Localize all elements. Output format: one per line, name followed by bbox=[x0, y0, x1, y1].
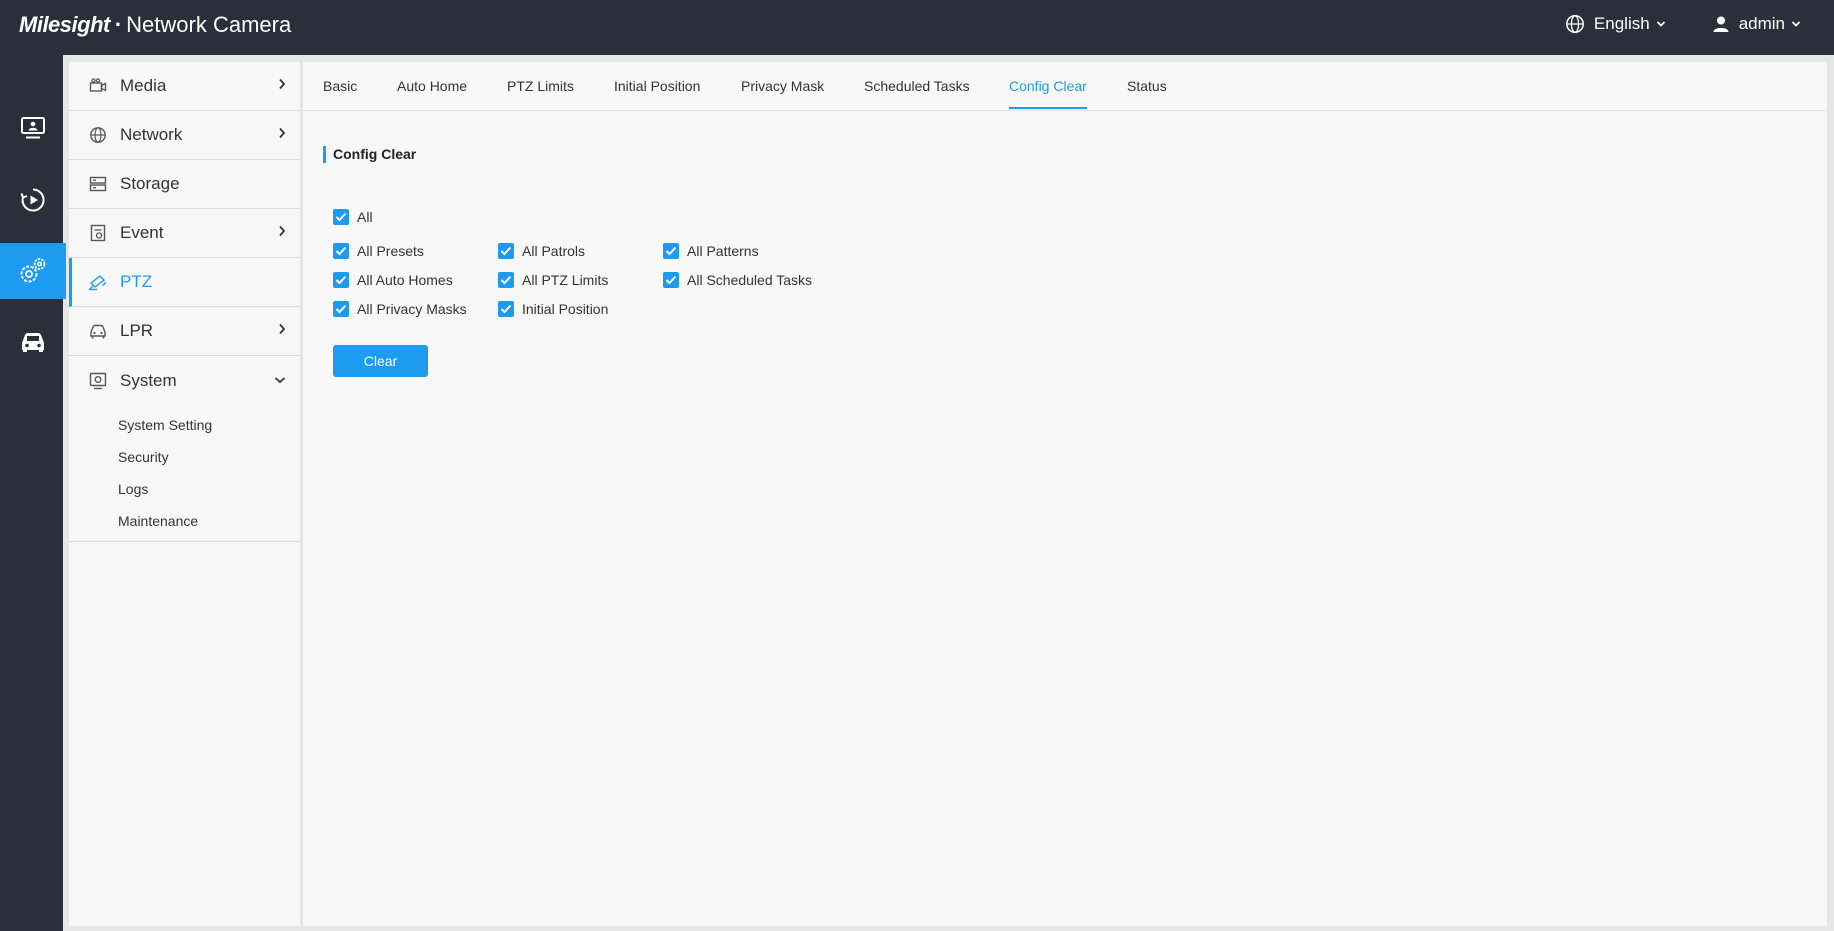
car-icon bbox=[88, 321, 108, 341]
checkbox-label: All Scheduled Tasks bbox=[687, 272, 813, 288]
sidebar-item-label: Storage bbox=[120, 174, 180, 193]
tab-auto-home[interactable]: Auto Home bbox=[397, 62, 467, 111]
sidebar-item-label: PTZ bbox=[120, 272, 153, 291]
rail-item-vehicle[interactable] bbox=[0, 314, 66, 370]
sidebar-item-media[interactable]: Media bbox=[69, 62, 300, 111]
tab-privacy-mask[interactable]: Privacy Mask bbox=[741, 62, 824, 111]
globe-icon bbox=[88, 125, 108, 145]
sidebar-item-label: Media bbox=[120, 76, 167, 95]
checkmark-icon bbox=[663, 243, 679, 259]
settings-sidebar: Media Network Storage Event PTZ LPR Syst… bbox=[69, 62, 300, 926]
top-bar: Milesight · Network Camera English admin bbox=[0, 0, 1834, 55]
chevron-right-icon bbox=[279, 127, 286, 139]
tab-scheduled-tasks[interactable]: Scheduled Tasks bbox=[864, 62, 970, 111]
sidebar-item-label: Event bbox=[120, 223, 164, 242]
sidebar-item-network[interactable]: Network bbox=[69, 111, 300, 160]
checkmark-icon bbox=[333, 272, 349, 288]
checkbox-label: All Patterns bbox=[687, 243, 759, 259]
ptz-icon bbox=[88, 272, 108, 292]
sidebar-item-event[interactable]: Event bbox=[69, 209, 300, 258]
checkmark-icon bbox=[498, 301, 514, 317]
brand-separator: · bbox=[114, 12, 123, 37]
checkbox-label: All Presets bbox=[357, 243, 424, 259]
brand-name: Milesight bbox=[19, 12, 110, 37]
sidebar-item-label: System bbox=[120, 370, 177, 390]
user-icon bbox=[1713, 16, 1729, 32]
camera-icon bbox=[88, 76, 108, 96]
sidebar-subitem-security[interactable]: Security bbox=[69, 441, 300, 473]
tab-initial-position[interactable]: Initial Position bbox=[614, 62, 700, 111]
nav-rail bbox=[0, 55, 66, 931]
user-label: admin bbox=[1738, 14, 1785, 33]
section-title: Config Clear bbox=[323, 146, 416, 163]
checkbox-all-presets[interactable]: All Presets bbox=[333, 243, 424, 259]
sidebar-item-label: Network bbox=[120, 125, 183, 144]
vehicle-icon bbox=[22, 333, 44, 352]
checkmark-icon bbox=[498, 243, 514, 259]
checkmark-icon bbox=[333, 209, 349, 225]
checkbox-label: All Patrols bbox=[522, 243, 586, 259]
system-submenu: System Setting Security Logs Maintenance bbox=[69, 405, 300, 542]
chevron-right-icon bbox=[279, 323, 286, 335]
chevron-down-icon bbox=[274, 377, 286, 384]
settings-icon bbox=[20, 258, 46, 283]
sidebar-item-label: LPR bbox=[120, 321, 154, 340]
checkbox-all-auto-homes[interactable]: All Auto Homes bbox=[333, 272, 453, 288]
checkbox-label: All Auto Homes bbox=[357, 272, 453, 288]
sidebar-subitem-logs[interactable]: Logs bbox=[69, 473, 300, 505]
rail-item-settings[interactable] bbox=[0, 243, 66, 299]
checkbox-all-ptz-limits[interactable]: All PTZ Limits bbox=[498, 272, 608, 288]
storage-icon bbox=[88, 174, 108, 194]
chevron-right-icon bbox=[279, 225, 286, 237]
tab-status[interactable]: Status bbox=[1127, 62, 1167, 111]
language-selector[interactable]: English bbox=[1565, 14, 1675, 34]
product-name: Network Camera bbox=[126, 12, 292, 37]
tab-basic[interactable]: Basic bbox=[323, 62, 357, 111]
checkbox-label: All PTZ Limits bbox=[522, 272, 609, 288]
checkbox-label: All Privacy Masks bbox=[357, 301, 467, 317]
ptz-tabs: Basic Auto Home PTZ Limits Initial Posit… bbox=[303, 62, 1827, 111]
sidebar-subitem-system-setting[interactable]: System Setting bbox=[69, 409, 300, 441]
checkbox-all-privacy-masks[interactable]: All Privacy Masks bbox=[333, 301, 467, 317]
checkbox-initial-position[interactable]: Initial Position bbox=[498, 301, 608, 317]
clear-button[interactable]: Clear bbox=[333, 345, 428, 377]
chevron-down-icon bbox=[1656, 21, 1665, 27]
user-menu[interactable]: admin bbox=[1712, 14, 1810, 34]
chevron-right-icon bbox=[279, 78, 286, 90]
tab-config-clear[interactable]: Config Clear bbox=[1009, 62, 1087, 111]
globe-icon bbox=[1565, 15, 1584, 33]
checkmark-icon bbox=[498, 272, 514, 288]
checkmark-icon bbox=[663, 272, 679, 288]
checkbox-all-scheduled-tasks[interactable]: All Scheduled Tasks bbox=[663, 272, 812, 288]
sidebar-subitem-maintenance[interactable]: Maintenance bbox=[69, 505, 300, 537]
checkbox-label: Initial Position bbox=[522, 301, 609, 317]
app-logo: Milesight · Network Camera bbox=[19, 12, 291, 38]
sidebar-item-system[interactable]: System bbox=[69, 356, 300, 405]
checkbox-all-patterns[interactable]: All Patterns bbox=[663, 243, 759, 259]
checkmark-icon bbox=[333, 243, 349, 259]
event-icon bbox=[88, 223, 108, 243]
main-panel: Basic Auto Home PTZ Limits Initial Posit… bbox=[303, 62, 1827, 926]
live-view-icon bbox=[21, 117, 45, 139]
checkbox-all[interactable]: All bbox=[333, 209, 373, 225]
language-label: English bbox=[1593, 14, 1650, 33]
rail-item-live-view[interactable] bbox=[0, 100, 66, 156]
tab-ptz-limits[interactable]: PTZ Limits bbox=[507, 62, 574, 111]
chevron-down-icon bbox=[1791, 21, 1801, 27]
rail-item-playback[interactable] bbox=[0, 172, 66, 228]
checkbox-label: All bbox=[357, 209, 373, 225]
sidebar-item-storage[interactable]: Storage bbox=[69, 160, 300, 209]
system-icon bbox=[88, 371, 108, 391]
sidebar-item-ptz[interactable]: PTZ bbox=[69, 258, 300, 307]
playback-icon bbox=[20, 188, 45, 212]
checkmark-icon bbox=[333, 301, 349, 317]
sidebar-item-lpr[interactable]: LPR bbox=[69, 307, 300, 356]
checkbox-all-patrols[interactable]: All Patrols bbox=[498, 243, 585, 259]
